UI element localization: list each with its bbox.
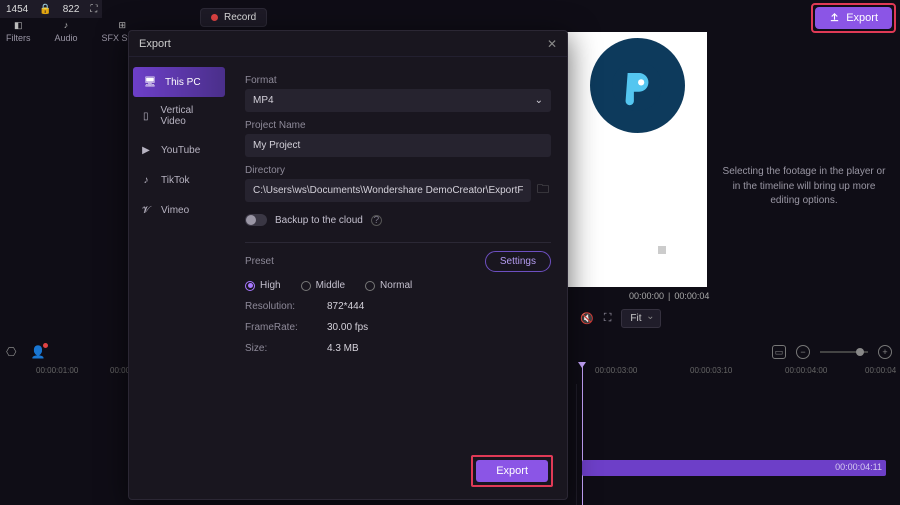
settings-button[interactable]: Settings xyxy=(485,251,551,272)
dest-vimeo[interactable]: 𝓥 Vimeo xyxy=(129,195,229,225)
record-label: Record xyxy=(224,12,256,23)
preview-logo xyxy=(590,38,685,133)
project-name-label: Project Name xyxy=(245,120,551,131)
preview-canvas[interactable] xyxy=(567,32,707,287)
folder-icon[interactable]: 🗀 xyxy=(531,180,551,201)
monitor-icon: 🖥 xyxy=(143,75,157,89)
tab-label: Audio xyxy=(55,33,78,43)
dest-this-pc[interactable]: 🖥 This PC xyxy=(133,67,225,97)
time-sep: | xyxy=(668,291,670,301)
dest-label: Vertical Video xyxy=(160,105,219,127)
chevron-down-icon: ⌄ xyxy=(535,95,543,106)
side-panel-message: Selecting the footage in the player or i… xyxy=(718,165,890,209)
export-top-label: Export xyxy=(846,12,878,24)
clip-end-time: 00:00:04:11 xyxy=(835,462,882,472)
canvas-height: 822 xyxy=(57,2,86,17)
export-button[interactable]: Export xyxy=(476,460,548,482)
zoom-fit-select[interactable]: Fit xyxy=(621,309,660,328)
tab-audio[interactable]: ♪ Audio xyxy=(55,18,78,43)
canvas-dimensions: 1454 🔒 822 ⛶ xyxy=(0,0,102,18)
playhead[interactable] xyxy=(582,366,583,505)
dest-label: Vimeo xyxy=(161,205,189,216)
dest-vertical[interactable]: ▯ Vertical Video xyxy=(129,97,229,135)
dest-youtube[interactable]: ▶ YouTube xyxy=(129,135,229,165)
time-current: 00:00:00 xyxy=(629,291,664,301)
fullscreen-icon[interactable]: ⛶ xyxy=(604,312,612,325)
radio-icon xyxy=(365,281,375,291)
dialog-title: Export xyxy=(139,38,171,50)
export-top-highlight: Export xyxy=(811,3,896,33)
lock-icon[interactable]: 🔒 xyxy=(34,2,56,17)
tab-filters[interactable]: ◧ Filters xyxy=(6,18,31,43)
phone-icon: ▯ xyxy=(139,109,152,123)
time-total: 00:00:04 xyxy=(674,291,709,301)
export-dialog: Export ✕ 🖥 This PC ▯ Vertical Video ▶ Yo… xyxy=(128,30,568,500)
dest-tiktok[interactable]: ♪ TikTok xyxy=(129,165,229,195)
preview-time: 00:00:00 | 00:00:04 xyxy=(629,291,709,301)
size-value: 4.3 MB xyxy=(327,343,359,354)
close-icon[interactable]: ✕ xyxy=(547,37,557,51)
directory-input[interactable] xyxy=(245,179,531,202)
expand-icon[interactable]: ⛶ xyxy=(85,2,102,17)
canvas-width: 1454 xyxy=(0,2,34,17)
track-divider xyxy=(576,384,577,505)
record-button[interactable]: Record xyxy=(200,8,267,27)
fit-label: Fit xyxy=(630,313,641,324)
ruler-tick: 00:00:03:00 xyxy=(595,366,637,375)
format-value: MP4 xyxy=(253,95,274,106)
tab-label: Filters xyxy=(6,33,31,43)
record-icon xyxy=(211,14,218,21)
mute-icon[interactable]: 🔇 xyxy=(580,312,594,325)
youtube-icon: ▶ xyxy=(139,143,153,157)
cut-tool-icon[interactable]: ⎔ xyxy=(6,345,16,359)
radio-icon xyxy=(301,281,311,291)
directory-label: Directory xyxy=(245,165,551,176)
export-button-highlight: Export xyxy=(471,455,553,487)
upload-icon xyxy=(829,11,840,25)
ruler-tick: 00:00:01:00 xyxy=(36,366,78,375)
backup-label: Backup to the cloud xyxy=(275,215,363,226)
preset-normal[interactable]: Normal xyxy=(365,280,412,291)
export-top-button[interactable]: Export xyxy=(815,7,892,29)
dest-label: This PC xyxy=(165,77,201,88)
backup-toggle[interactable] xyxy=(245,214,267,226)
ruler-tick: 00:00:04 xyxy=(865,366,896,375)
vimeo-icon: 𝓥 xyxy=(139,203,153,217)
filters-icon: ◧ xyxy=(11,18,25,32)
zoom-slider[interactable] xyxy=(820,351,868,353)
divider xyxy=(245,242,551,243)
timeline-tools: ⎔ 👤 xyxy=(6,345,45,359)
ruler-tick: 00:00:04:00 xyxy=(785,366,827,375)
format-select[interactable]: MP4 ⌄ xyxy=(245,89,551,112)
zoom-out-icon[interactable]: − xyxy=(796,345,810,359)
dest-label: TikTok xyxy=(161,175,190,186)
aspect-icon[interactable]: ▭ xyxy=(772,345,786,359)
framerate-value: 30.00 fps xyxy=(327,322,368,333)
project-name-input[interactable] xyxy=(245,134,551,157)
preset-middle[interactable]: Middle xyxy=(301,280,345,291)
audio-icon: ♪ xyxy=(59,18,73,32)
preset-high[interactable]: High xyxy=(245,280,281,291)
help-icon[interactable]: ? xyxy=(371,215,382,226)
resize-handle[interactable] xyxy=(658,246,666,254)
zoom-slider-thumb[interactable] xyxy=(856,348,864,356)
size-label: Size: xyxy=(245,343,309,354)
ruler-tick: 00:00:03:10 xyxy=(690,366,732,375)
format-label: Format xyxy=(245,75,551,86)
resolution-value: 872*444 xyxy=(327,301,364,312)
preset-label: Preset xyxy=(245,256,274,267)
resolution-label: Resolution: xyxy=(245,301,309,312)
marker-tool-icon[interactable]: 👤 xyxy=(30,345,45,359)
dest-label: YouTube xyxy=(161,145,200,156)
framerate-label: FrameRate: xyxy=(245,322,309,333)
zoom-in-icon[interactable]: + xyxy=(878,345,892,359)
export-destinations: 🖥 This PC ▯ Vertical Video ▶ YouTube ♪ T… xyxy=(129,57,229,445)
radio-icon xyxy=(245,281,255,291)
tiktok-icon: ♪ xyxy=(139,173,153,187)
sfx-icon: ⊞ xyxy=(115,18,129,32)
